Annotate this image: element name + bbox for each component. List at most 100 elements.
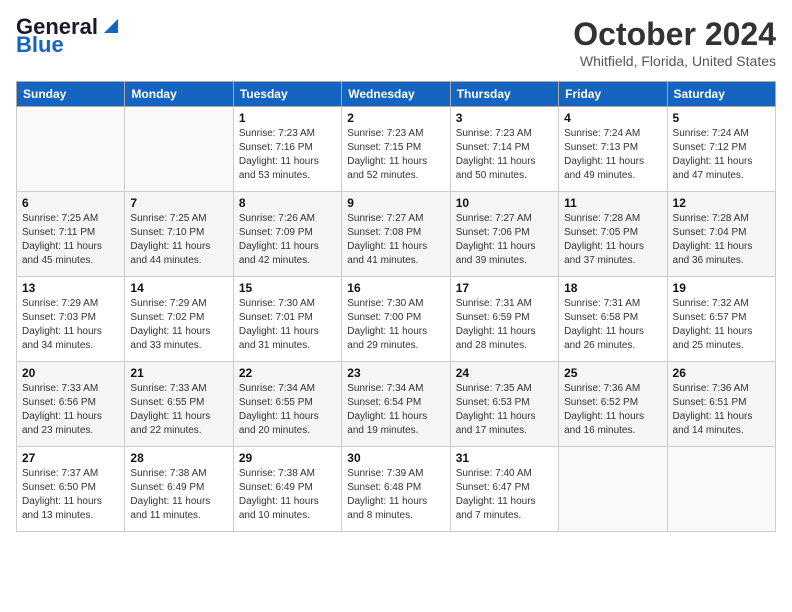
calendar-cell: 5 Sunrise: 7:24 AM Sunset: 7:12 PM Daylig… xyxy=(667,107,775,192)
day-info: Sunrise: 7:26 AM Sunset: 7:09 PM Dayligh… xyxy=(239,212,336,268)
calendar-header-tuesday: Tuesday xyxy=(233,82,341,107)
day-number: 14 xyxy=(130,281,227,295)
calendar-header-row: SundayMondayTuesdayWednesdayThursdayFrid… xyxy=(17,82,776,107)
day-info: Sunrise: 7:31 AM Sunset: 6:58 PM Dayligh… xyxy=(564,297,661,353)
day-number: 3 xyxy=(456,111,553,125)
title-block: October 2024 Whitfield, Florida, United … xyxy=(573,16,776,69)
calendar-cell: 10 Sunrise: 7:27 AM Sunset: 7:06 PM Dayli… xyxy=(450,192,558,277)
calendar-cell: 27 Sunrise: 7:37 AM Sunset: 6:50 PM Dayli… xyxy=(17,447,125,532)
day-info: Sunrise: 7:23 AM Sunset: 7:15 PM Dayligh… xyxy=(347,127,444,183)
day-number: 28 xyxy=(130,451,227,465)
calendar-cell: 7 Sunrise: 7:25 AM Sunset: 7:10 PM Daylig… xyxy=(125,192,233,277)
page-header: General Blue October 2024 Whitfield, Flo… xyxy=(16,16,776,69)
day-info: Sunrise: 7:30 AM Sunset: 7:00 PM Dayligh… xyxy=(347,297,444,353)
day-number: 10 xyxy=(456,196,553,210)
calendar-cell: 2 Sunrise: 7:23 AM Sunset: 7:15 PM Daylig… xyxy=(342,107,450,192)
calendar-table: SundayMondayTuesdayWednesdayThursdayFrid… xyxy=(16,81,776,532)
day-number: 26 xyxy=(673,366,770,380)
day-info: Sunrise: 7:29 AM Sunset: 7:03 PM Dayligh… xyxy=(22,297,119,353)
day-number: 8 xyxy=(239,196,336,210)
day-info: Sunrise: 7:35 AM Sunset: 6:53 PM Dayligh… xyxy=(456,382,553,438)
logo: General Blue xyxy=(16,16,122,56)
day-info: Sunrise: 7:36 AM Sunset: 6:51 PM Dayligh… xyxy=(673,382,770,438)
calendar-week-4: 20 Sunrise: 7:33 AM Sunset: 6:56 PM Dayli… xyxy=(17,362,776,447)
day-number: 21 xyxy=(130,366,227,380)
calendar-cell xyxy=(667,447,775,532)
day-info: Sunrise: 7:40 AM Sunset: 6:47 PM Dayligh… xyxy=(456,467,553,523)
calendar-cell xyxy=(559,447,667,532)
calendar-week-3: 13 Sunrise: 7:29 AM Sunset: 7:03 PM Dayli… xyxy=(17,277,776,362)
calendar-header-monday: Monday xyxy=(125,82,233,107)
calendar-cell: 28Sunrise: 7:38 AM Sunset: 6:49 PM Dayli… xyxy=(125,447,233,532)
calendar-header-sunday: Sunday xyxy=(17,82,125,107)
day-number: 15 xyxy=(239,281,336,295)
calendar-cell: 16 Sunrise: 7:30 AM Sunset: 7:00 PM Dayli… xyxy=(342,277,450,362)
calendar-cell: 26 Sunrise: 7:36 AM Sunset: 6:51 PM Dayli… xyxy=(667,362,775,447)
day-info: Sunrise: 7:32 AM Sunset: 6:57 PM Dayligh… xyxy=(673,297,770,353)
day-info: Sunrise: 7:37 AM Sunset: 6:50 PM Dayligh… xyxy=(22,467,119,523)
day-info: Sunrise: 7:39 AM Sunset: 6:48 PM Dayligh… xyxy=(347,467,444,523)
calendar-cell: 12Sunrise: 7:28 AM Sunset: 7:04 PM Dayli… xyxy=(667,192,775,277)
day-number: 24 xyxy=(456,366,553,380)
day-number: 2 xyxy=(347,111,444,125)
calendar-cell: 11Sunrise: 7:28 AM Sunset: 7:05 PM Dayli… xyxy=(559,192,667,277)
day-number: 7 xyxy=(130,196,227,210)
calendar-cell: 3 Sunrise: 7:23 AM Sunset: 7:14 PM Daylig… xyxy=(450,107,558,192)
day-info: Sunrise: 7:25 AM Sunset: 7:11 PM Dayligh… xyxy=(22,212,119,268)
day-number: 1 xyxy=(239,111,336,125)
calendar-cell: 19 Sunrise: 7:32 AM Sunset: 6:57 PM Dayli… xyxy=(667,277,775,362)
day-info: Sunrise: 7:25 AM Sunset: 7:10 PM Dayligh… xyxy=(130,212,227,268)
day-number: 19 xyxy=(673,281,770,295)
calendar-header-saturday: Saturday xyxy=(667,82,775,107)
day-number: 25 xyxy=(564,366,661,380)
day-number: 11 xyxy=(564,196,661,210)
calendar-cell: 15 Sunrise: 7:30 AM Sunset: 7:01 PM Dayli… xyxy=(233,277,341,362)
day-info: Sunrise: 7:30 AM Sunset: 7:01 PM Dayligh… xyxy=(239,297,336,353)
day-info: Sunrise: 7:33 AM Sunset: 6:56 PM Dayligh… xyxy=(22,382,119,438)
calendar-cell: 4Sunrise: 7:24 AM Sunset: 7:13 PM Daylig… xyxy=(559,107,667,192)
calendar-cell: 31 Sunrise: 7:40 AM Sunset: 6:47 PM Dayli… xyxy=(450,447,558,532)
calendar-header-thursday: Thursday xyxy=(450,82,558,107)
calendar-cell: 17Sunrise: 7:31 AM Sunset: 6:59 PM Dayli… xyxy=(450,277,558,362)
calendar-cell xyxy=(17,107,125,192)
calendar-cell: 25Sunrise: 7:36 AM Sunset: 6:52 PM Dayli… xyxy=(559,362,667,447)
calendar-cell: 6Sunrise: 7:25 AM Sunset: 7:11 PM Daylig… xyxy=(17,192,125,277)
day-info: Sunrise: 7:28 AM Sunset: 7:04 PM Dayligh… xyxy=(673,212,770,268)
day-info: Sunrise: 7:23 AM Sunset: 7:14 PM Dayligh… xyxy=(456,127,553,183)
day-number: 5 xyxy=(673,111,770,125)
calendar-header-wednesday: Wednesday xyxy=(342,82,450,107)
calendar-week-5: 27 Sunrise: 7:37 AM Sunset: 6:50 PM Dayli… xyxy=(17,447,776,532)
calendar-week-2: 6Sunrise: 7:25 AM Sunset: 7:11 PM Daylig… xyxy=(17,192,776,277)
day-number: 29 xyxy=(239,451,336,465)
day-number: 4 xyxy=(564,111,661,125)
calendar-cell: 8 Sunrise: 7:26 AM Sunset: 7:09 PM Daylig… xyxy=(233,192,341,277)
calendar-cell: 23Sunrise: 7:34 AM Sunset: 6:54 PM Dayli… xyxy=(342,362,450,447)
day-info: Sunrise: 7:34 AM Sunset: 6:54 PM Dayligh… xyxy=(347,382,444,438)
day-number: 16 xyxy=(347,281,444,295)
calendar-cell: 18Sunrise: 7:31 AM Sunset: 6:58 PM Dayli… xyxy=(559,277,667,362)
logo-blue: Blue xyxy=(16,34,64,56)
day-info: Sunrise: 7:27 AM Sunset: 7:08 PM Dayligh… xyxy=(347,212,444,268)
calendar-cell: 22Sunrise: 7:34 AM Sunset: 6:55 PM Dayli… xyxy=(233,362,341,447)
day-number: 20 xyxy=(22,366,119,380)
day-info: Sunrise: 7:24 AM Sunset: 7:12 PM Dayligh… xyxy=(673,127,770,183)
day-number: 30 xyxy=(347,451,444,465)
day-info: Sunrise: 7:27 AM Sunset: 7:06 PM Dayligh… xyxy=(456,212,553,268)
day-info: Sunrise: 7:23 AM Sunset: 7:16 PM Dayligh… xyxy=(239,127,336,183)
day-number: 9 xyxy=(347,196,444,210)
calendar-cell: 14 Sunrise: 7:29 AM Sunset: 7:02 PM Dayli… xyxy=(125,277,233,362)
month-title: October 2024 xyxy=(573,16,776,53)
calendar-week-1: 1 Sunrise: 7:23 AM Sunset: 7:16 PM Daylig… xyxy=(17,107,776,192)
day-number: 13 xyxy=(22,281,119,295)
logo-icon xyxy=(100,15,122,37)
day-number: 27 xyxy=(22,451,119,465)
calendar-cell: 13 Sunrise: 7:29 AM Sunset: 7:03 PM Dayli… xyxy=(17,277,125,362)
calendar-cell: 20 Sunrise: 7:33 AM Sunset: 6:56 PM Dayli… xyxy=(17,362,125,447)
calendar-cell xyxy=(125,107,233,192)
calendar-cell: 1 Sunrise: 7:23 AM Sunset: 7:16 PM Daylig… xyxy=(233,107,341,192)
day-info: Sunrise: 7:38 AM Sunset: 6:49 PM Dayligh… xyxy=(239,467,336,523)
day-info: Sunrise: 7:34 AM Sunset: 6:55 PM Dayligh… xyxy=(239,382,336,438)
day-number: 31 xyxy=(456,451,553,465)
day-info: Sunrise: 7:29 AM Sunset: 7:02 PM Dayligh… xyxy=(130,297,227,353)
day-number: 17 xyxy=(456,281,553,295)
